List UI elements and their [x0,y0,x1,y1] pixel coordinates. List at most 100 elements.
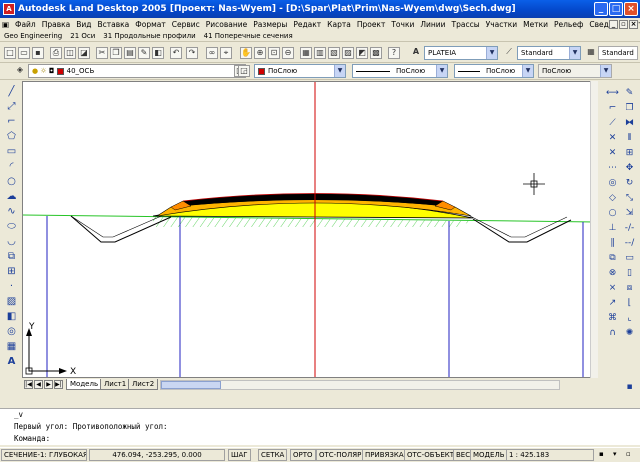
menu-cross-sections[interactable]: 41 Поперечные сечения [200,31,297,41]
break-icon[interactable]: ▯ [623,267,636,279]
multiline-text-icon[interactable]: A [5,355,18,368]
menu-insert[interactable]: Вставка [95,18,133,31]
redo-icon[interactable]: ↷ [186,47,198,59]
undo-icon[interactable]: ↶ [170,47,182,59]
menu-map[interactable]: Карта [324,18,354,31]
polyline-icon[interactable]: ⌐ [5,115,18,128]
magnet-icon[interactable]: ∩ [606,327,619,339]
preview-icon[interactable]: ◫ [64,47,76,59]
arc-icon[interactable]: ◜ [5,160,18,173]
move-icon[interactable]: ✥ [623,162,636,174]
save-icon[interactable]: ▪ [32,47,44,59]
scale-icon[interactable]: ⤡ [623,192,636,204]
stretch-icon[interactable]: ⇲ [623,207,636,219]
copy-object-icon[interactable]: ❐ [623,102,636,114]
osnap-none-icon[interactable]: ↗ [606,297,619,309]
last-tab-icon[interactable]: ▶| [54,380,63,389]
osnap-toggle[interactable]: ПРИВЯЗКА [362,449,407,461]
fillet-icon[interactable]: ⌞ [623,312,636,324]
horizontal-scroll-thumb[interactable] [161,381,221,389]
chamfer-icon[interactable]: ⌊ [623,297,636,309]
polygon-icon[interactable]: ⬠ [5,130,18,143]
explode-icon[interactable]: ✺ [623,327,636,339]
make-block-icon[interactable]: ⊞ [5,265,18,278]
rotate-icon[interactable]: ↻ [623,177,636,189]
new-icon[interactable]: □ [4,47,16,59]
mirror-icon[interactable]: ⧓ [623,117,636,129]
menu-terrain[interactable]: Рельеф [551,18,586,31]
osnap-apparent-icon[interactable]: ✕ [606,147,619,159]
osnap-extension-icon[interactable]: ⋯ [606,162,619,174]
construction-line-icon[interactable]: ⤢ [5,100,18,113]
chevron-down-icon[interactable]: ▼ [486,47,497,59]
link-icon[interactable]: ∞ [206,47,218,59]
document-icon[interactable]: ▣ [0,18,12,31]
menu-format[interactable]: Формат [132,18,168,31]
paste-icon[interactable]: ▤ [124,47,136,59]
tool-palettes-icon[interactable]: ▧ [328,47,340,59]
next-tab-icon[interactable]: ▶ [44,380,53,389]
lineweight-select[interactable]: ПоСлою ▼ [454,64,534,78]
menu-tools[interactable]: Сервис [169,18,203,31]
doc-restore-button[interactable]: ▫ [619,20,628,29]
tab-layout1[interactable]: Лист1 [100,379,131,390]
chevron-down-icon[interactable]: ▼ [436,65,447,77]
menu-points[interactable]: Точки [388,18,417,31]
zoom-window-icon[interactable]: ⊡ [268,47,280,59]
dim-style-icon[interactable]: ⟋ [503,47,515,59]
menu-draw[interactable]: Рисование [203,18,251,31]
maximize-button[interactable]: □ [609,2,623,16]
hatch-icon[interactable]: ▨ [5,295,18,308]
menu-project[interactable]: Проект [354,18,389,31]
menu-dimension[interactable]: Размеры [250,18,290,31]
text-style-icon[interactable]: A [410,47,422,59]
vertical-scrollbar[interactable] [590,81,598,378]
menu-geo-engineering[interactable]: Geo Engineering [0,31,66,41]
chevron-down-icon[interactable]: ▼ [334,65,345,77]
ortho-toggle[interactable]: ОРТО [290,449,316,461]
viewport-scale[interactable]: 1 : 425.183 [506,449,594,461]
menu-alignments[interactable]: Трассы [449,18,483,31]
publish-icon[interactable]: ◪ [78,47,90,59]
tray-settings-icon[interactable]: ▾ [611,449,623,461]
dim-style-select[interactable]: Standard ▼ [517,46,581,60]
model-toggle[interactable]: МОДЕЛЬ [470,449,508,461]
pan-icon[interactable]: ✋ [240,47,252,59]
prev-tab-icon[interactable]: ◀ [34,380,43,389]
grid-toggle[interactable]: СЕТКА [258,449,288,461]
line-icon[interactable]: ╱ [5,85,18,98]
osnap-tangent-icon[interactable]: ○ [606,207,619,219]
tab-model[interactable]: Модель [66,379,103,390]
print-icon[interactable]: ⎙ [50,47,62,59]
gradient-icon[interactable]: ◧ [5,310,18,323]
minimize-button[interactable]: _ [594,2,608,16]
table-style-select[interactable]: Standard [598,46,638,60]
calculator-icon[interactable]: ▩ [370,47,382,59]
osnap-intersection-icon[interactable]: ✕ [606,132,619,144]
text-style-select[interactable]: PLATEIA ▼ [424,46,498,60]
block-editor-icon[interactable]: ◧ [152,47,164,59]
lock-toolbar-icon[interactable]: ▪ [623,381,636,393]
horizontal-scrollbar[interactable] [160,380,560,390]
osnap-nearest-icon[interactable]: ⨯ [606,282,619,294]
trim-icon[interactable]: -/- [623,222,636,234]
dist-icon[interactable]: ⟷ [606,87,619,99]
layer-select[interactable]: ● ☼ ◘ 40_ОСЬ ▼ [28,64,246,78]
properties-icon[interactable]: ▦ [300,47,312,59]
menu-parcels[interactable]: Участки [483,18,521,31]
sheet-set-icon[interactable]: ▨ [342,47,354,59]
menu-axes[interactable]: 21 Оси [66,31,99,41]
extend-icon[interactable]: --/ [623,237,636,249]
menu-edit[interactable]: Правка [39,18,74,31]
menu-modify[interactable]: Редакт [290,18,324,31]
close-button[interactable]: × [624,2,638,16]
layer-previous-icon[interactable]: ◲ [238,65,250,77]
command-window[interactable]: _v Первый угол: Противоположный угол: Ко… [0,408,640,445]
revision-cloud-icon[interactable]: ☁ [5,190,18,203]
osnap-endpoint-icon[interactable]: ⌐ [606,102,619,114]
region-icon[interactable]: ◎ [5,325,18,338]
color-select[interactable]: ПоСлою ▼ [254,64,346,78]
layer-manager-icon[interactable]: ◈ [14,65,26,77]
snap-toggle[interactable]: ШАГ [228,449,251,461]
offset-icon[interactable]: ⫴ [623,132,636,144]
